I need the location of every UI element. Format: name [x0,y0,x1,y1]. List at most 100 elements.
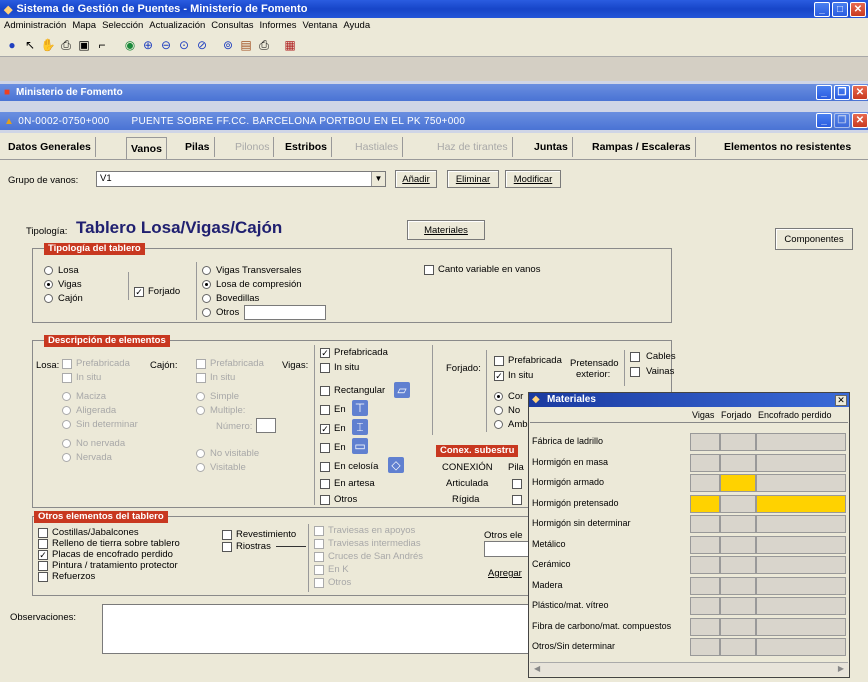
en-t-checkbox[interactable] [320,405,330,415]
vigas-insitu-checkbox[interactable] [320,363,330,373]
rigida-checkbox[interactable] [512,495,522,505]
chevron-down-icon[interactable]: ▼ [371,172,385,186]
traviesas-intermedias-checkbox[interactable] [314,539,324,549]
vigas-prefabricada-checkbox[interactable]: ✓ [320,348,330,358]
revestimiento-checkbox[interactable] [222,530,232,540]
grupo-select[interactable]: V1 ▼ [96,171,386,187]
modify-button[interactable]: Modificar [505,170,561,188]
print-icon[interactable]: ⎙ [58,37,74,53]
measure-icon[interactable]: ⌐ [94,37,110,53]
material-cell[interactable] [756,453,846,472]
copy-icon[interactable]: ▣ [76,37,92,53]
zoom-extent-icon[interactable]: ⊚ [220,37,236,53]
menu-seleccion[interactable]: Selección [102,20,143,31]
win3-restore-icon[interactable]: ❐ [834,113,850,128]
win2-restore-icon[interactable]: ❐ [834,85,850,100]
agregar-button[interactable]: Agregar [488,568,522,579]
tab-haz-tirantes[interactable]: Haz de tirantes [433,137,513,157]
artesa-checkbox[interactable] [320,479,330,489]
canto-variable-checkbox[interactable] [424,265,434,275]
cajon-insitu-checkbox[interactable] [196,373,206,383]
material-cell[interactable] [756,638,846,656]
tab-hastiales[interactable]: Hastiales [351,137,404,157]
tab-vanos[interactable]: Vanos [126,137,167,159]
tab-rampas[interactable]: Rampas / Escaleras [588,137,696,157]
forjado-amb-radio[interactable] [494,420,503,429]
material-cell[interactable] [756,535,846,554]
zoom-out-icon[interactable]: ⊖ [158,37,174,53]
bovedillas-radio[interactable] [202,294,211,303]
material-cell[interactable] [720,494,756,513]
menu-ayuda[interactable]: Ayuda [343,20,370,31]
scroll-left-icon[interactable]: ◀ [534,664,540,673]
material-cell[interactable] [720,617,756,636]
materiales-scrollbar[interactable]: ◀ ▶ [530,662,848,676]
menu-administracion[interactable]: Administración [4,20,66,31]
forjado-cor-radio[interactable] [494,392,503,401]
sin-determinar-radio[interactable] [62,420,71,429]
material-cell[interactable] [756,515,846,533]
add-button[interactable]: Añadir [395,170,437,188]
material-cell[interactable] [756,494,846,513]
vigas-otros-checkbox[interactable] [320,495,330,505]
material-cell[interactable] [720,576,756,595]
material-cell[interactable] [756,433,846,451]
forjado-checkbox[interactable]: ✓ [134,287,144,297]
zoom-prev-icon[interactable]: ⊘ [194,37,210,53]
delete-button[interactable]: Eliminar [447,170,499,188]
material-cell[interactable] [720,638,756,656]
material-cell[interactable] [756,576,846,595]
costillas-checkbox[interactable] [38,528,48,538]
print2-icon[interactable]: ⎙ [256,37,272,53]
material-cell[interactable] [720,556,756,574]
menu-ventana[interactable]: Ventana [302,20,337,31]
no-visitable-radio[interactable] [196,449,205,458]
material-cell[interactable] [690,433,720,451]
tab-pilonos[interactable]: Pilonos [231,137,275,157]
cruces-checkbox[interactable] [314,552,324,562]
oe-otros-checkbox[interactable] [314,578,324,588]
pointer-icon[interactable]: ↖ [22,37,38,53]
tab-elementos-no-resistentes[interactable]: Elementos no resistentes [720,137,855,157]
vigas-radio[interactable] [44,280,53,289]
material-cell[interactable] [756,474,846,492]
multiple-radio[interactable] [196,406,205,415]
globe-icon[interactable]: ◉ [122,37,138,53]
vainas-checkbox[interactable] [630,367,640,377]
cajon-prefabricada-checkbox[interactable] [196,359,206,369]
tab-juntas[interactable]: Juntas [530,137,573,157]
material-cell[interactable] [690,494,720,513]
materiales-close-icon[interactable]: ✕ [835,395,847,406]
cajon-radio[interactable] [44,294,53,303]
zoom-in-icon[interactable]: ⊕ [140,37,156,53]
nervada-radio[interactable] [62,453,71,462]
material-cell[interactable] [690,556,720,574]
win2-minimize-icon[interactable]: _ [816,85,832,100]
map-icon[interactable]: ▦ [282,37,298,53]
visitable-radio[interactable] [196,463,205,472]
win3-minimize-icon[interactable]: _ [816,113,832,128]
material-cell[interactable] [720,453,756,472]
material-cell[interactable] [720,433,756,451]
vigas-transversales-radio[interactable] [202,266,211,275]
material-cell[interactable] [756,597,846,615]
traviesas-apoyos-checkbox[interactable] [314,526,324,536]
material-cell[interactable] [720,515,756,533]
observaciones-textarea[interactable] [102,604,542,654]
menu-consultas[interactable]: Consultas [211,20,253,31]
otros-tt-input[interactable] [244,305,326,320]
forjado-no-radio[interactable] [494,406,503,415]
losa-compresion-radio[interactable] [202,280,211,289]
close-icon[interactable]: ✕ [850,2,866,17]
win3-close-icon[interactable]: ✕ [852,113,868,128]
placas-checkbox[interactable]: ✓ [38,550,48,560]
componentes-button[interactable]: Componentes [775,228,853,250]
material-cell[interactable] [690,638,720,656]
numero-input[interactable] [256,418,276,433]
menu-actualizacion[interactable]: Actualización [149,20,205,31]
en-cajon-checkbox[interactable] [320,443,330,453]
pintura-checkbox[interactable] [38,561,48,571]
riostras-checkbox[interactable] [222,542,232,552]
material-cell[interactable] [690,474,720,492]
tab-datos-generales[interactable]: Datos Generales [4,137,96,157]
